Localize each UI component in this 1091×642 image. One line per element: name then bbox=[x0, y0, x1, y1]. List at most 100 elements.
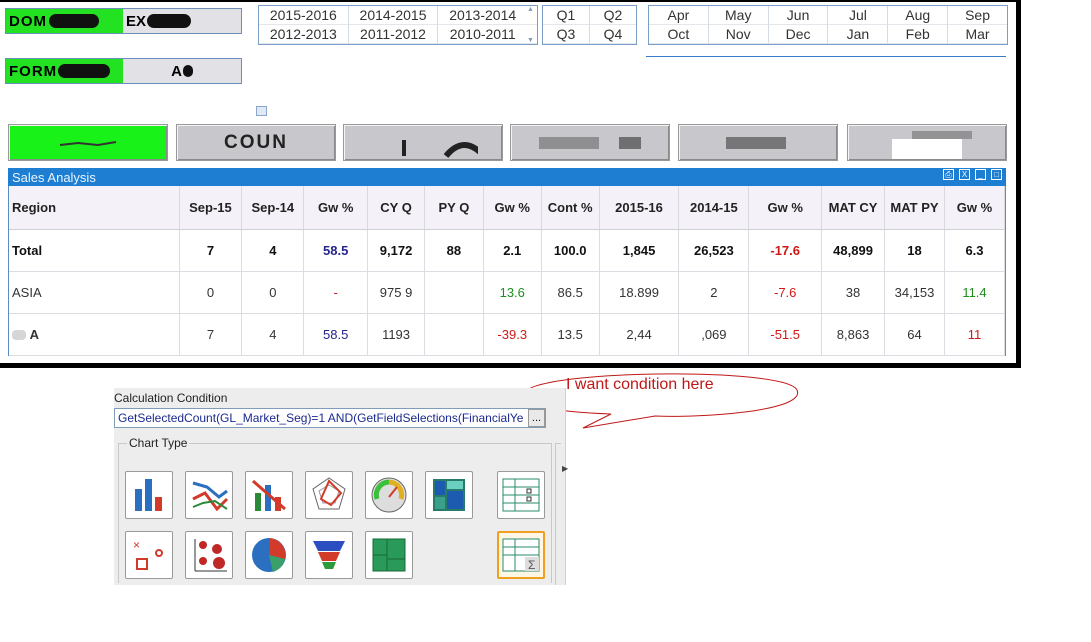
month-option[interactable]: Jun bbox=[768, 6, 829, 25]
col-header[interactable]: CY Q bbox=[367, 186, 425, 230]
cell: Total bbox=[9, 229, 180, 272]
year-scrollbar[interactable]: ▲ ▼ bbox=[527, 6, 535, 44]
funnel-chart-icon[interactable] bbox=[305, 531, 353, 579]
col-header[interactable]: Sep-14 bbox=[241, 186, 305, 230]
nav-button-2[interactable]: COUN bbox=[176, 124, 336, 161]
col-header[interactable]: Gw % bbox=[748, 186, 823, 230]
combo-chart-icon[interactable] bbox=[245, 471, 293, 519]
col-header[interactable]: Gw % bbox=[483, 186, 542, 230]
redaction-blot bbox=[147, 14, 192, 28]
nav-button-5[interactable] bbox=[678, 124, 838, 161]
scatter-chart-icon[interactable]: × bbox=[125, 531, 173, 579]
col-header[interactable]: 2015-16 bbox=[599, 186, 680, 230]
month-option[interactable]: Jul bbox=[828, 6, 889, 25]
quarter-option[interactable]: Q3 bbox=[543, 25, 590, 44]
year-option[interactable]: 2011-2012 bbox=[348, 25, 439, 44]
nav-button-4[interactable] bbox=[510, 124, 670, 161]
scroll-down-icon[interactable]: ▼ bbox=[527, 37, 535, 44]
year-row: 2015-2016 2014-2015 2013-2014 bbox=[259, 6, 538, 25]
col-header[interactable]: Cont % bbox=[541, 186, 600, 230]
form-listbox[interactable]: FORM A bbox=[5, 58, 242, 84]
maximize-icon[interactable]: □ bbox=[991, 169, 1002, 180]
financial-year-listbox[interactable]: 2015-2016 2014-2015 2013-2014 2012-2013 … bbox=[258, 5, 538, 45]
radar-chart-icon[interactable] bbox=[305, 471, 353, 519]
nav-button-3[interactable] bbox=[343, 124, 503, 161]
bubble-annotation-text: I want condition here bbox=[566, 376, 714, 393]
month-option[interactable]: May bbox=[708, 6, 769, 25]
cell: 2.1 bbox=[483, 229, 542, 272]
bar-chart-icon[interactable] bbox=[125, 471, 173, 519]
sales-analysis-title-bar[interactable]: Sales Analysis ⎙ X _ □ bbox=[8, 168, 1006, 186]
cell: 4 bbox=[241, 313, 305, 356]
year-option[interactable]: 2015-2016 bbox=[259, 6, 349, 25]
calc-condition-input[interactable]: GetSelectedCount(GL_Market_Seg)=1 AND(Ge… bbox=[114, 408, 546, 428]
window-controls: ⎙ X _ □ bbox=[943, 169, 1002, 180]
straight-table-icon[interactable]: Σ bbox=[497, 531, 545, 579]
redacted-label-icon bbox=[59, 140, 117, 146]
sales-analysis-table: Region Sep-15 Sep-14 Gw % CY Q PY Q Gw %… bbox=[9, 186, 1006, 356]
mekko-chart-icon[interactable] bbox=[425, 471, 473, 519]
divider-line bbox=[646, 56, 1006, 57]
col-header[interactable]: Gw % bbox=[944, 186, 1006, 230]
col-header[interactable]: Region bbox=[9, 186, 180, 230]
pivot-table-icon[interactable] bbox=[497, 471, 545, 519]
excel-icon[interactable]: X bbox=[959, 169, 970, 180]
col-header[interactable]: MAT CY bbox=[821, 186, 886, 230]
year-option[interactable]: 2012-2013 bbox=[259, 25, 349, 44]
year-option[interactable]: 2013-2014 bbox=[438, 6, 538, 25]
gauge-chart-icon[interactable] bbox=[365, 471, 413, 519]
month-option[interactable]: Mar bbox=[948, 25, 1007, 44]
cell: 64 bbox=[884, 313, 945, 356]
minimize-icon[interactable]: _ bbox=[975, 169, 986, 180]
quarter-listbox[interactable]: Q1 Q2 Q3 Q4 bbox=[542, 5, 637, 45]
cell: 58.5 bbox=[303, 229, 369, 272]
nav-button-6[interactable] bbox=[847, 124, 1007, 161]
month-option[interactable]: Jan bbox=[828, 25, 889, 44]
month-option[interactable]: Nov bbox=[708, 25, 769, 44]
col-header[interactable]: MAT PY bbox=[884, 186, 945, 230]
cell: 58.5 bbox=[303, 313, 369, 356]
dom-listbox[interactable]: DOM EX bbox=[5, 8, 242, 34]
redacted-label-icon bbox=[726, 136, 786, 149]
month-option[interactable]: Dec bbox=[768, 25, 829, 44]
col-header[interactable]: Gw % bbox=[303, 186, 369, 230]
quarter-option[interactable]: Q1 bbox=[543, 6, 590, 25]
cell: 18.899 bbox=[599, 271, 680, 314]
grid-chart-icon[interactable] bbox=[185, 531, 233, 579]
chart-properties-dialog: Calculation Condition GetSelectedCount(G… bbox=[114, 388, 568, 585]
edit-expression-button[interactable]: ... bbox=[528, 409, 545, 427]
calc-condition-label: Calculation Condition bbox=[114, 391, 228, 405]
col-header[interactable]: Sep-15 bbox=[179, 186, 243, 230]
cell: 1,845 bbox=[599, 229, 680, 272]
table-row-total[interactable]: Total 7 4 58.5 9,172 88 2.1 100.0 1,845 … bbox=[9, 229, 1006, 272]
dom-listbox-value[interactable]: EX bbox=[123, 9, 241, 33]
year-option[interactable]: 2014-2015 bbox=[348, 6, 439, 25]
month-listbox[interactable]: Apr May Jun Jul Aug Sep Oct Nov Dec Jan … bbox=[648, 5, 1008, 45]
quarter-option[interactable]: Q4 bbox=[590, 25, 636, 44]
table-row[interactable]: ASIA 0 0 - 975 9 13.6 86.5 18.899 2 -7.6… bbox=[9, 271, 1006, 314]
month-option[interactable]: Apr bbox=[649, 6, 709, 25]
year-option[interactable]: 2010-2011 bbox=[438, 25, 538, 44]
quarter-option[interactable]: Q2 bbox=[590, 6, 636, 25]
cell: 13.6 bbox=[483, 271, 542, 314]
minimized-object-icon[interactable] bbox=[256, 106, 267, 116]
month-option[interactable]: Aug bbox=[888, 6, 949, 25]
cell: 11.4 bbox=[944, 271, 1006, 314]
line-chart-icon[interactable] bbox=[185, 471, 233, 519]
redacted-label-icon bbox=[539, 136, 641, 149]
table-row[interactable]: A 7 4 58.5 1193 -39.3 13.5 2,44 ,069 -51… bbox=[9, 313, 1006, 356]
chevron-right-icon[interactable]: ▶ bbox=[562, 464, 568, 473]
print-icon[interactable]: ⎙ bbox=[943, 169, 954, 180]
pie-chart-icon[interactable] bbox=[245, 531, 293, 579]
month-option[interactable]: Sep bbox=[948, 6, 1007, 25]
scroll-up-icon[interactable]: ▲ bbox=[527, 6, 535, 13]
block-chart-icon[interactable] bbox=[365, 531, 413, 579]
col-header[interactable]: PY Q bbox=[424, 186, 484, 230]
nav-button-1[interactable] bbox=[8, 124, 168, 161]
screenshot-root: DOM EX FORM A 2015-2016 2014-2015 2013-2… bbox=[0, 0, 1091, 642]
month-option[interactable]: Feb bbox=[888, 25, 949, 44]
cell: 6.3 bbox=[944, 229, 1006, 272]
form-listbox-value[interactable]: A bbox=[123, 59, 241, 83]
col-header[interactable]: 2014-15 bbox=[678, 186, 750, 230]
month-option[interactable]: Oct bbox=[649, 25, 709, 44]
